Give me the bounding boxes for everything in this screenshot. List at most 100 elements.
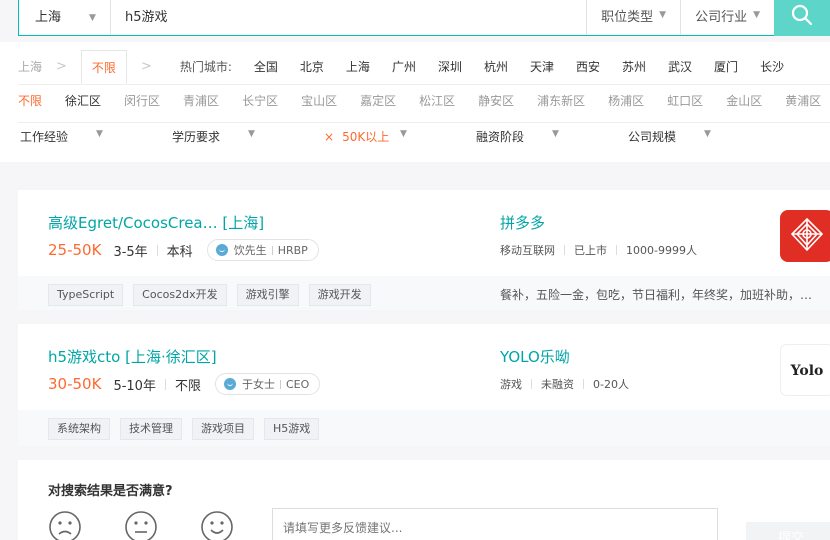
- breadcrumb-city[interactable]: 上海: [18, 58, 42, 75]
- company-name[interactable]: 拼多多: [500, 212, 545, 233]
- job-title[interactable]: h5游戏cto [上海·徐汇区]: [48, 346, 217, 367]
- job-card-footer: 系统架构 技术管理 游戏项目 H5游戏: [18, 410, 830, 446]
- district-item[interactable]: 闵行区: [124, 92, 160, 109]
- company-industry: 移动互联网: [500, 244, 555, 257]
- job-salary: 30-50K: [48, 375, 102, 393]
- happy-face-icon[interactable]: [200, 510, 234, 540]
- skill-tag: 游戏项目: [192, 418, 254, 440]
- skill-tag: 系统架构: [48, 418, 110, 440]
- divider: [564, 245, 565, 255]
- hot-city[interactable]: 杭州: [484, 58, 508, 75]
- divider: [18, 84, 830, 85]
- district-item[interactable]: 杨浦区: [608, 92, 644, 109]
- skill-tag: 游戏引擎: [236, 284, 299, 306]
- job-meta: 25-50K 3-5年 本科 饮先生 HRBP: [48, 239, 319, 261]
- chevron-down-icon: ▼: [400, 129, 407, 139]
- company-logo[interactable]: Yolo: [780, 344, 830, 396]
- district-item[interactable]: 松江区: [419, 92, 455, 109]
- company-stage: 未融资: [541, 378, 574, 391]
- logo-text: Yolo: [790, 363, 824, 379]
- district-filter-row: 不限 徐汇区 闵行区 青浦区 长宁区 宝山区 嘉定区 松江区 静安区 浦东新区 …: [18, 92, 830, 109]
- hot-city[interactable]: 西安: [576, 58, 600, 75]
- city-selector[interactable]: 上海 ▼: [19, 0, 111, 35]
- divider: [164, 378, 166, 390]
- company-name[interactable]: YOLO乐呦: [500, 346, 570, 367]
- feedback-panel: 对搜索结果是否满意? 提交: [18, 460, 830, 540]
- district-item[interactable]: 不限: [18, 92, 42, 109]
- filter-panel: 上海 > 不限 > 热门城市: 全国 北京 上海 广州 深圳 杭州 天津 西安 …: [0, 42, 830, 162]
- district-item[interactable]: 长宁区: [242, 92, 278, 109]
- job-education: 本科: [166, 244, 193, 260]
- recruiter-role: CEO: [285, 377, 310, 391]
- search-button[interactable]: [774, 0, 830, 36]
- company-industry: 游戏: [500, 378, 522, 391]
- job-type-label: 职位类型: [601, 9, 654, 25]
- education-filter[interactable]: 学历要求 ▼: [152, 128, 304, 145]
- search-input[interactable]: [111, 0, 587, 35]
- district-item[interactable]: 金山区: [726, 92, 762, 109]
- funding-filter-label: 融资阶段: [476, 130, 525, 144]
- satisfaction-options: [48, 510, 276, 540]
- experience-filter[interactable]: 工作经验 ▼: [0, 128, 152, 145]
- hot-city[interactable]: 全国: [254, 58, 278, 75]
- city-selector-label: 上海: [35, 9, 62, 25]
- education-filter-label: 学历要求: [172, 130, 221, 144]
- job-experience: 5-10年: [113, 378, 156, 394]
- unhappy-face-icon[interactable]: [48, 510, 82, 540]
- search-bar: 上海 ▼ 职位类型 ▼ 公司行业 ▼: [18, 0, 830, 36]
- neutral-face-icon[interactable]: [124, 510, 158, 540]
- job-salary: 25-50K: [48, 241, 102, 259]
- city-unlimited-chip[interactable]: 不限: [80, 50, 127, 84]
- company-size: 0-20人: [593, 378, 629, 391]
- hot-city[interactable]: 北京: [300, 58, 324, 75]
- hot-city[interactable]: 武汉: [668, 58, 692, 75]
- job-card[interactable]: 高级Egret/CocosCrea… [上海] 25-50K 3-5年 本科 饮…: [18, 190, 830, 310]
- hot-city[interactable]: 天津: [530, 58, 554, 75]
- district-item[interactable]: 青浦区: [183, 92, 219, 109]
- recruiter-role: HRBP: [277, 243, 308, 257]
- chevron-down-icon: ▼: [89, 13, 96, 23]
- district-item[interactable]: 浦东新区: [537, 92, 585, 109]
- district-item[interactable]: 黄浦区: [785, 92, 821, 109]
- job-title[interactable]: 高级Egret/CocosCrea… [上海]: [48, 212, 264, 233]
- chevron-down-icon: ▼: [753, 10, 760, 20]
- chevron-down-icon: ▼: [96, 129, 103, 139]
- district-item[interactable]: 宝山区: [301, 92, 337, 109]
- company-size-filter[interactable]: 公司规模 ▼: [608, 128, 760, 145]
- condition-filter-row: 工作经验 ▼ 学历要求 ▼ × 50K以上 ▼ 融资阶段 ▼ 公司规模 ▼: [0, 128, 760, 145]
- skill-tag: TypeScript: [48, 284, 124, 306]
- search-icon: [791, 4, 813, 25]
- recruiter-badge[interactable]: 于女士 CEO: [214, 373, 321, 395]
- experience-filter-label: 工作经验: [20, 130, 69, 144]
- funding-filter[interactable]: 融资阶段 ▼: [456, 128, 608, 145]
- hot-city[interactable]: 深圳: [438, 58, 462, 75]
- hot-city[interactable]: 苏州: [622, 58, 646, 75]
- skill-tag: 技术管理: [120, 418, 182, 440]
- industry-dropdown[interactable]: 公司行业 ▼: [680, 0, 774, 35]
- company-logo[interactable]: [780, 210, 830, 262]
- recruiter-name: 于女士: [241, 378, 275, 391]
- chat-icon: [215, 244, 228, 256]
- recruiter-badge[interactable]: 饮先生 HRBP: [206, 239, 319, 261]
- hot-city[interactable]: 长沙: [760, 58, 784, 75]
- skill-tag: Cocos2dx开发: [133, 284, 227, 306]
- salary-filter-label: 50K以上: [342, 130, 390, 144]
- district-item[interactable]: 静安区: [478, 92, 514, 109]
- feedback-submit-button[interactable]: 提交: [746, 522, 830, 540]
- company-size: 1000-9999人: [626, 244, 697, 257]
- hot-cities-label: 热门城市:: [179, 59, 232, 74]
- chevron-down-icon: ▼: [704, 129, 711, 139]
- company-meta: 移动互联网 已上市 1000-9999人: [500, 242, 697, 258]
- salary-filter[interactable]: × 50K以上 ▼: [304, 128, 456, 145]
- clear-icon[interactable]: ×: [324, 130, 334, 144]
- job-type-dropdown[interactable]: 职位类型 ▼: [586, 0, 680, 35]
- hot-city[interactable]: 上海: [346, 58, 370, 75]
- feedback-input[interactable]: [272, 508, 718, 540]
- skill-tags: 系统架构 技术管理 游戏项目 H5游戏: [48, 418, 329, 440]
- district-item[interactable]: 徐汇区: [65, 92, 101, 109]
- hot-city[interactable]: 广州: [392, 58, 416, 75]
- job-card[interactable]: h5游戏cto [上海·徐汇区] 30-50K 5-10年 不限 于女士 CEO…: [18, 324, 830, 446]
- hot-city[interactable]: 厦门: [714, 58, 738, 75]
- district-item[interactable]: 嘉定区: [360, 92, 396, 109]
- district-item[interactable]: 虹口区: [667, 92, 703, 109]
